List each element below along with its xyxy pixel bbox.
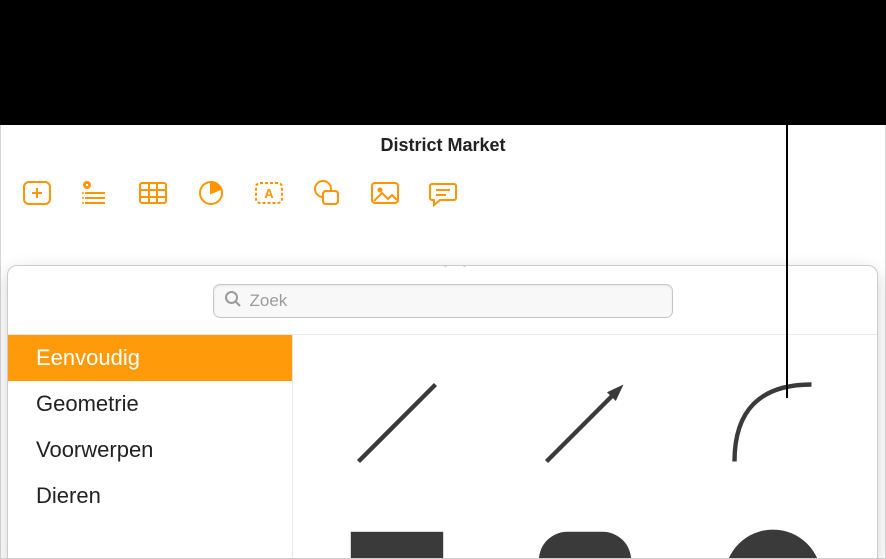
chart-button[interactable]: [191, 177, 231, 213]
search-icon: [224, 290, 242, 313]
search-input[interactable]: [250, 291, 662, 311]
pie-chart-icon: [195, 177, 227, 214]
svg-text:A: A: [264, 186, 274, 201]
category-eenvoudig[interactable]: Eenvoudig: [8, 335, 292, 381]
arrow-shape[interactable]: [530, 368, 640, 478]
popover-body: Eenvoudig Geometrie Voorwerpen Dieren: [8, 335, 877, 558]
media-button[interactable]: [365, 177, 405, 213]
search-field[interactable]: [213, 284, 673, 318]
comment-icon: [427, 177, 459, 214]
shape-button[interactable]: [307, 177, 347, 213]
titlebar: District Market: [1, 125, 885, 165]
textbox-button[interactable]: A: [249, 177, 289, 213]
plus-square-icon: [21, 177, 53, 214]
shapes-icon: [311, 177, 343, 214]
list-button[interactable]: [75, 177, 115, 213]
toolbar: A: [1, 165, 885, 225]
shapes-popover: Eenvoudig Geometrie Voorwerpen Dieren: [7, 265, 878, 559]
table-icon: [137, 177, 169, 214]
circle-shape[interactable]: [718, 523, 828, 559]
curve-shape[interactable]: [718, 368, 828, 478]
line-shape[interactable]: [342, 368, 452, 478]
category-geometrie[interactable]: Geometrie: [8, 381, 292, 427]
category-voorwerpen[interactable]: Voorwerpen: [8, 427, 292, 473]
add-button[interactable]: [17, 177, 57, 213]
category-sidebar: Eenvoudig Geometrie Voorwerpen Dieren: [8, 335, 293, 558]
table-button[interactable]: [133, 177, 173, 213]
text-box-icon: A: [253, 177, 285, 214]
category-dieren[interactable]: Dieren: [8, 473, 292, 519]
decorative-top-bar: [0, 0, 886, 125]
document-title: District Market: [380, 135, 505, 156]
comment-button[interactable]: [423, 177, 463, 213]
callout-line: [786, 78, 788, 398]
list-add-icon: [79, 177, 111, 214]
square-shape[interactable]: [342, 523, 452, 559]
rounded-square-shape[interactable]: [530, 523, 640, 559]
search-row: [8, 266, 877, 335]
image-icon: [369, 177, 401, 214]
shapes-grid: [293, 335, 877, 558]
